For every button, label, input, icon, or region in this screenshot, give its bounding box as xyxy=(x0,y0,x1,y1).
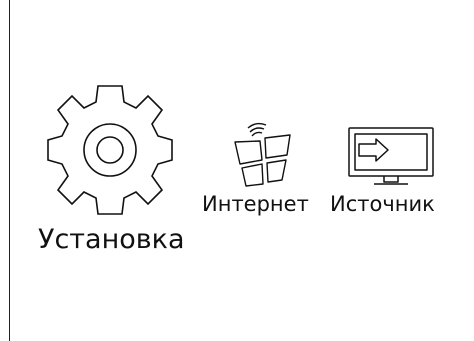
gear-icon xyxy=(50,86,170,214)
menu-item-label: Установка xyxy=(38,224,185,255)
menu-item-label: Источник xyxy=(330,192,435,216)
menu-item-setup[interactable]: Установка xyxy=(34,86,204,266)
menu-item-source[interactable]: Источник xyxy=(330,124,460,224)
menu-item-internet[interactable]: Интернет xyxy=(202,124,322,224)
menu-item-label: Интернет xyxy=(202,192,309,216)
left-frame-border xyxy=(0,0,10,341)
internet-icon xyxy=(232,124,294,188)
source-input-icon xyxy=(346,126,436,188)
